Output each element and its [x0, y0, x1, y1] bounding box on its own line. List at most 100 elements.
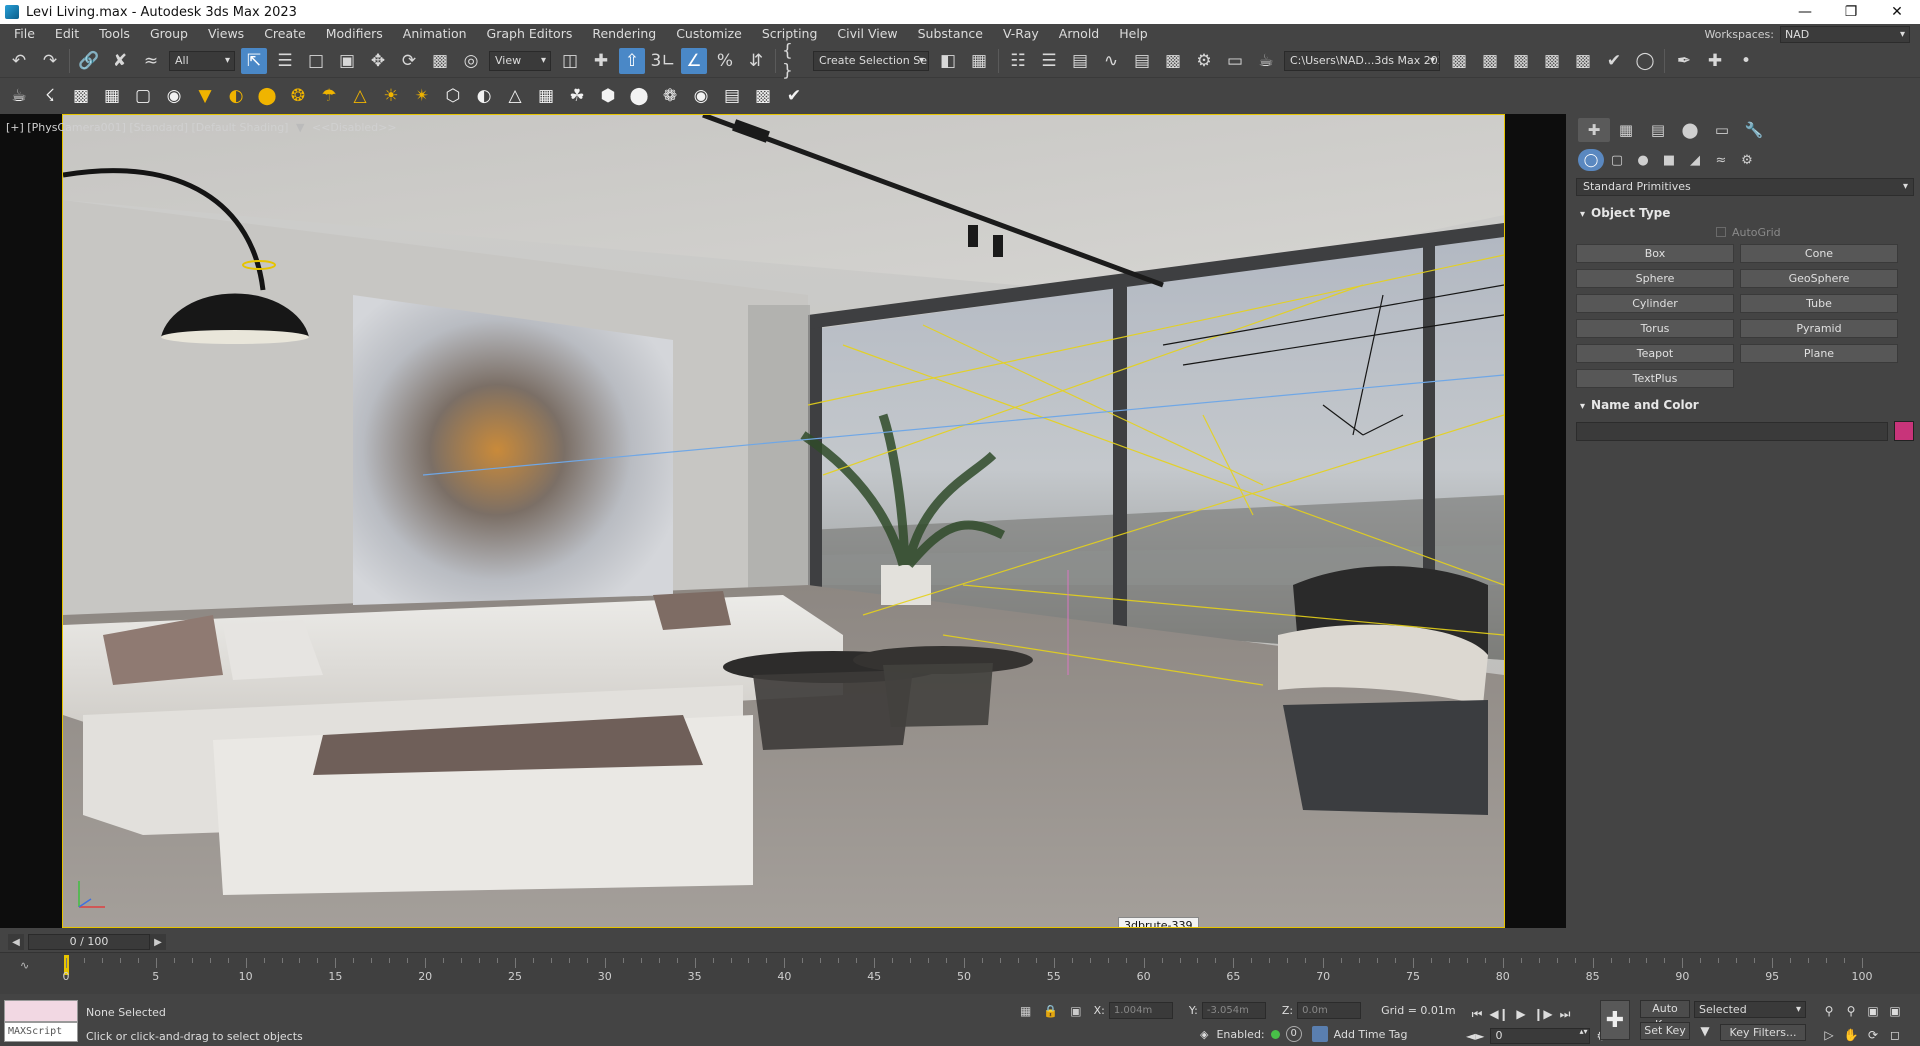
- toggle-ribbon-icon[interactable]: ▤: [1067, 48, 1093, 74]
- autogrid-checkbox[interactable]: AutoGrid: [1576, 222, 1914, 244]
- menu-modifiers[interactable]: Modifiers: [316, 24, 393, 44]
- systems-icon[interactable]: ⚙: [1734, 149, 1760, 171]
- vray-logo-icon[interactable]: ✔: [781, 83, 807, 109]
- menu-customize[interactable]: Customize: [666, 24, 752, 44]
- vray-dome-light-icon[interactable]: ◐: [223, 83, 249, 109]
- select-and-rotate-icon[interactable]: ⟳: [396, 48, 422, 74]
- spinner-snap-icon[interactable]: ⇵: [743, 48, 769, 74]
- vray-scene-converter-icon[interactable]: ▢: [130, 83, 156, 109]
- snaps-toggle-icon[interactable]: 3∟: [650, 48, 676, 74]
- absolute-mode-icon[interactable]: ▣: [1070, 1004, 1081, 1018]
- orbit-icon[interactable]: ⟳: [1862, 1026, 1884, 1044]
- rendered-frame-window-icon[interactable]: ▭: [1222, 48, 1248, 74]
- dot-icon[interactable]: •: [1733, 48, 1759, 74]
- vray-material-icon[interactable]: ▦: [99, 83, 125, 109]
- enabled-count[interactable]: 0: [1285, 1026, 1302, 1042]
- vray-fur-icon[interactable]: △: [502, 83, 528, 109]
- helpers-icon[interactable]: ◢: [1682, 149, 1708, 171]
- object-color-swatch[interactable]: [1894, 421, 1914, 441]
- workspace-dropdown[interactable]: NAD: [1780, 25, 1910, 43]
- adaptive-degradation-icon[interactable]: ◈: [1200, 1028, 1208, 1041]
- menu-civil-view[interactable]: Civil View: [827, 24, 907, 44]
- pan-icon[interactable]: ✋: [1840, 1026, 1862, 1044]
- cone-button[interactable]: Cone: [1740, 244, 1898, 263]
- prev-frame-arrow-icon[interactable]: ◀: [8, 934, 24, 950]
- play-icon[interactable]: ▶: [1510, 1004, 1532, 1024]
- track-bar[interactable]: ∿ 0 5 10 15 20 25 30 35 40 45 50 55 60 65 70 75 80 85 90 95…: [0, 952, 1920, 994]
- key-filter-icon[interactable]: ▼: [1696, 1024, 1714, 1041]
- key-filters-button[interactable]: Key Filters...: [1720, 1024, 1806, 1041]
- time-slider[interactable]: ◀ 0 / 100 ▶: [0, 932, 1566, 952]
- field-of-view-icon[interactable]: ▷: [1818, 1026, 1840, 1044]
- go-to-end-icon[interactable]: ⏭: [1554, 1004, 1576, 1024]
- vray-grass-icon[interactable]: ☘: [564, 83, 590, 109]
- menu-views[interactable]: Views: [198, 24, 254, 44]
- object-name-field[interactable]: [1576, 421, 1888, 441]
- modify-tab-icon[interactable]: ▦: [1610, 118, 1642, 142]
- object-category-dropdown[interactable]: Standard Primitives: [1576, 178, 1914, 196]
- menu-create[interactable]: Create: [254, 24, 316, 44]
- angle-snap-icon[interactable]: ∠: [681, 47, 707, 74]
- next-frame-arrow-icon[interactable]: ▶: [150, 934, 166, 950]
- selection-lock-icon[interactable]: 🔒: [1043, 1004, 1058, 1018]
- brush-icon[interactable]: ✒: [1671, 48, 1697, 74]
- menu-group[interactable]: Group: [140, 24, 198, 44]
- save-scene-icon[interactable]: ▩: [1570, 48, 1596, 74]
- set-key-button[interactable]: Set Key: [1640, 1022, 1690, 1040]
- mini-curve-editor-icon[interactable]: ∿: [20, 959, 29, 972]
- select-by-name-icon[interactable]: ☰: [272, 48, 298, 74]
- vray-mesh-light-icon[interactable]: △: [347, 83, 373, 109]
- vray-frame-buffer-icon[interactable]: ▩: [68, 83, 94, 109]
- edit-named-selection-icon[interactable]: { }: [782, 41, 808, 81]
- align-icon[interactable]: ▦: [966, 48, 992, 74]
- pivot-center-icon[interactable]: ◫: [557, 48, 583, 74]
- menu-animation[interactable]: Animation: [393, 24, 477, 44]
- isolate-selection-icon[interactable]: ▦: [1020, 1004, 1031, 1018]
- auto-key-button[interactable]: Auto Key: [1640, 1000, 1690, 1031]
- vray-decal-icon[interactable]: ▤: [719, 83, 745, 109]
- perspective-viewport[interactable]: 3dbrute-339: [0, 114, 1566, 928]
- menu-substance[interactable]: Substance: [908, 24, 993, 44]
- selection-set-dropdown[interactable]: Selected: [1694, 1001, 1806, 1018]
- utilities-tab-icon[interactable]: 🔧: [1738, 118, 1770, 142]
- zoom-extents-icon[interactable]: ▣: [1862, 1002, 1884, 1020]
- scene-render[interactable]: 3dbrute-339: [62, 114, 1505, 928]
- teapot-button[interactable]: Teapot: [1576, 344, 1734, 363]
- minimize-icon[interactable]: —: [1782, 0, 1828, 24]
- maxscript-label[interactable]: MAXScript: [4, 1022, 78, 1042]
- motion-tab-icon[interactable]: ⬤: [1674, 118, 1706, 142]
- close-icon[interactable]: ✕: [1874, 0, 1920, 24]
- pyramid-button[interactable]: Pyramid: [1740, 319, 1898, 338]
- maxscript-listener[interactable]: MAXScript: [4, 1000, 78, 1044]
- plane-button[interactable]: Plane: [1740, 344, 1898, 363]
- keyboard-shortcut-override-icon[interactable]: ⇧: [619, 47, 645, 74]
- tube-button[interactable]: Tube: [1740, 294, 1898, 313]
- select-and-scale-icon[interactable]: ▩: [427, 48, 453, 74]
- vray-check-icon[interactable]: ✔: [1601, 48, 1627, 74]
- toggle-scene-explorer-icon[interactable]: ☷: [1005, 48, 1031, 74]
- geometry-icon[interactable]: ◯: [1578, 149, 1604, 171]
- link-icon[interactable]: 🔗: [76, 48, 102, 74]
- box-button[interactable]: Box: [1576, 244, 1734, 263]
- toggle-layer-explorer-icon[interactable]: ☰: [1036, 48, 1062, 74]
- vray-sphere-light-icon[interactable]: ⬤: [254, 83, 280, 109]
- vray-spot-light-icon[interactable]: ☂: [316, 83, 342, 109]
- select-and-move-icon[interactable]: ✥: [365, 48, 391, 74]
- layer-select-icon[interactable]: ▩: [1539, 48, 1565, 74]
- project-folder-dropdown[interactable]: C:\Users\NAD...3ds Max 2023: [1284, 50, 1440, 71]
- set-keys-icon[interactable]: ✚: [1600, 1000, 1630, 1040]
- time-slider-frame[interactable]: 0 / 100: [28, 934, 150, 950]
- cameras-icon[interactable]: ■: [1656, 149, 1682, 171]
- next-frame-icon[interactable]: ❙▶: [1532, 1004, 1554, 1024]
- viewport-filter-icon[interactable]: ▼: [296, 121, 304, 134]
- lights-icon[interactable]: ●: [1630, 149, 1656, 171]
- space-warps-icon[interactable]: ≈: [1708, 149, 1734, 171]
- menu-arnold[interactable]: Arnold: [1049, 24, 1109, 44]
- viewport-label[interactable]: [+] [PhysCamera001] [Standard] [Default …: [6, 121, 397, 134]
- shapes-icon[interactable]: ▢: [1604, 149, 1630, 171]
- torus-button[interactable]: Torus: [1576, 319, 1734, 338]
- restore-icon[interactable]: ❐: [1828, 0, 1874, 24]
- viewport-filter-label[interactable]: <<Disabled>>: [312, 121, 397, 134]
- object-type-title[interactable]: Object Type: [1576, 204, 1914, 222]
- manipulate-icon[interactable]: ✚: [588, 48, 614, 74]
